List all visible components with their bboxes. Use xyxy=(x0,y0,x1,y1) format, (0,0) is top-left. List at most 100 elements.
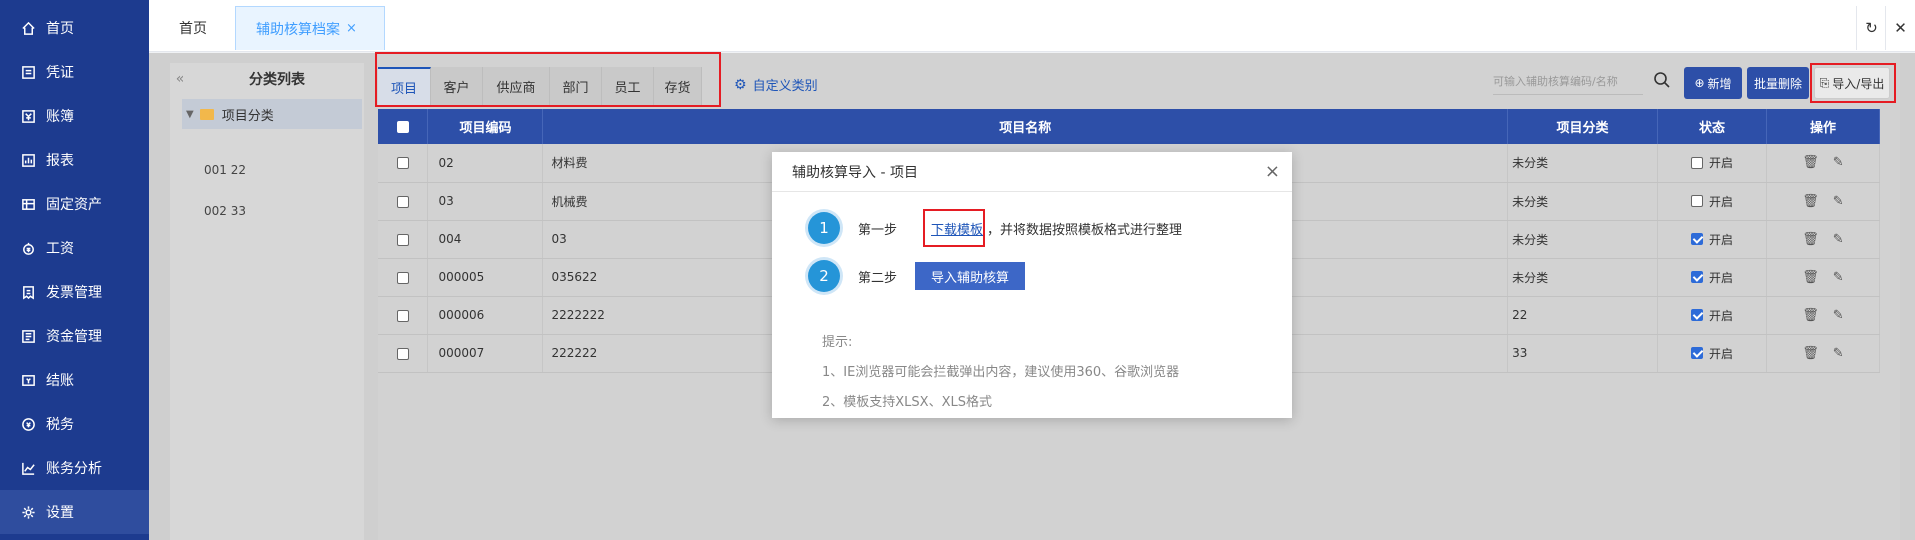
sidebar-item-label: 账簿 xyxy=(46,109,74,125)
row-select-cell[interactable] xyxy=(378,296,429,335)
edit-icon[interactable]: ✎ xyxy=(1833,232,1844,247)
delete-icon[interactable]: 🗑 xyxy=(1802,155,1819,170)
voucher-icon xyxy=(20,64,36,80)
salary-icon xyxy=(20,240,36,256)
edit-icon[interactable]: ✎ xyxy=(1833,155,1844,170)
sidebar-item-closing[interactable]: 结账 xyxy=(0,358,149,402)
sidebar-item-invoice[interactable]: 发票管理 xyxy=(0,270,149,314)
status-toggle-checkbox[interactable] xyxy=(1691,156,1703,169)
refresh-icon[interactable]: ↻ xyxy=(1856,6,1886,50)
row-actions: 🗑 ✎ xyxy=(1766,296,1880,335)
row-checkbox[interactable] xyxy=(396,233,409,246)
step-two: 2 第二步 导入辅助核算 xyxy=(808,260,1026,292)
dialog-header: 辅助核算导入 - 项目 × xyxy=(772,152,1292,192)
collapse-icon[interactable]: « xyxy=(170,63,190,95)
category-root[interactable]: ▼ 项目分类 xyxy=(182,99,362,129)
row-checkbox[interactable] xyxy=(396,195,409,208)
status-toggle-checkbox[interactable] xyxy=(1691,233,1703,245)
invoice-icon xyxy=(20,284,36,300)
sidebar-item-salary[interactable]: 工资 xyxy=(0,226,149,270)
row-checkbox[interactable] xyxy=(396,157,409,170)
delete-icon[interactable]: 🗑 xyxy=(1802,194,1819,209)
row-category: 未分类 xyxy=(1507,144,1659,183)
sidebar-item-ledger[interactable]: 账簿 xyxy=(0,94,149,138)
close-all-icon[interactable]: ✕ xyxy=(1885,6,1915,50)
search-icon[interactable] xyxy=(1653,71,1671,89)
sidebar-item-label: 首页 xyxy=(46,21,74,37)
row-checkbox[interactable] xyxy=(396,309,409,322)
sidebar-item-report[interactable]: 报表 xyxy=(0,138,149,182)
step-two-number: 2 xyxy=(808,260,840,292)
select-all-header[interactable] xyxy=(378,109,429,144)
row-status: 开启 xyxy=(1709,308,1734,323)
edit-icon[interactable]: ✎ xyxy=(1833,308,1844,323)
dialog-close-icon[interactable]: × xyxy=(1265,161,1280,182)
status-toggle-checkbox[interactable] xyxy=(1691,195,1703,207)
status-toggle-checkbox[interactable] xyxy=(1691,309,1703,321)
plus-circle-icon: ⊕ xyxy=(1694,76,1705,90)
sidebar-item-label: 报表 xyxy=(46,153,74,169)
row-select-cell[interactable] xyxy=(378,144,429,183)
analysis-icon xyxy=(20,460,36,476)
tips-title: 提示: xyxy=(822,335,853,350)
report-icon xyxy=(20,152,36,168)
row-status: 开启 xyxy=(1709,232,1734,247)
category-title: 分类列表 xyxy=(249,72,305,88)
edit-icon[interactable]: ✎ xyxy=(1833,194,1844,209)
row-select-cell[interactable] xyxy=(378,182,429,221)
sidebar-item-voucher[interactable]: 凭证 xyxy=(0,50,149,94)
status-toggle-checkbox[interactable] xyxy=(1691,347,1703,359)
row-category: 33 xyxy=(1507,334,1659,373)
add-button[interactable]: ⊕ 新增 xyxy=(1684,67,1742,99)
step-one-text: ，并将数据按照模板格式进行整理 xyxy=(987,222,1183,238)
tab-home[interactable]: 首页 xyxy=(159,6,227,50)
row-select-cell[interactable] xyxy=(378,334,429,373)
row-status: 开启 xyxy=(1709,346,1734,361)
custom-category-link[interactable]: ⚙ 自定义类别 xyxy=(734,75,818,95)
row-checkbox[interactable] xyxy=(396,347,409,360)
delete-icon[interactable]: 🗑 xyxy=(1802,346,1819,361)
sidebar-item-home[interactable]: 首页 xyxy=(0,6,149,50)
sidebar-item-label: 设置 xyxy=(46,505,74,521)
add-label: 新增 xyxy=(1707,76,1732,91)
sidebar-item-settings[interactable]: 设置 xyxy=(0,490,149,534)
row-code: 004 xyxy=(427,220,544,259)
sidebar-item-label: 凭证 xyxy=(46,65,74,81)
folder-icon xyxy=(199,108,214,120)
status-toggle-checkbox[interactable] xyxy=(1691,271,1703,283)
tab-auxiliary-archive[interactable]: 辅助核算档案 × xyxy=(235,6,385,50)
sidebar-item-asset[interactable]: 固定资产 xyxy=(0,182,149,226)
row-status-cell: 开启 xyxy=(1657,334,1767,373)
row-select-cell[interactable] xyxy=(378,258,429,297)
category-child[interactable]: 001 22 xyxy=(204,163,246,177)
row-select-cell[interactable] xyxy=(378,220,429,259)
sidebar-item-label: 账务分析 xyxy=(46,461,102,477)
sidebar-item-analysis[interactable]: 账务分析 xyxy=(0,446,149,490)
delete-icon[interactable]: 🗑 xyxy=(1802,232,1819,247)
tax-icon xyxy=(20,416,36,432)
row-checkbox[interactable] xyxy=(396,271,409,284)
search-input[interactable]: 可输入辅助核算编码/名称 xyxy=(1493,67,1643,95)
sidebar-item-label: 结账 xyxy=(46,373,74,389)
expand-triangle-icon[interactable]: ▼ xyxy=(186,109,194,120)
home-icon xyxy=(20,20,36,36)
row-category: 22 xyxy=(1507,296,1659,335)
col-code: 项目编码 xyxy=(427,109,544,144)
col-name: 项目名称 xyxy=(542,109,1509,144)
import-auxiliary-button[interactable]: 导入辅助核算 xyxy=(915,262,1026,290)
row-status-cell: 开启 xyxy=(1657,258,1767,297)
select-all-checkbox[interactable] xyxy=(396,120,409,133)
tab-close-icon[interactable]: × xyxy=(346,21,357,36)
sidebar-item-label: 税务 xyxy=(46,417,74,433)
sidebar-item-fund[interactable]: 资金管理 xyxy=(0,314,149,358)
fund-icon xyxy=(20,328,36,344)
delete-icon[interactable]: 🗑 xyxy=(1802,308,1819,323)
category-child[interactable]: 002 33 xyxy=(204,204,246,218)
sidebar-item-tax[interactable]: 税务 xyxy=(0,402,149,446)
edit-icon[interactable]: ✎ xyxy=(1833,270,1844,285)
highlight-box xyxy=(1810,63,1896,103)
batch-delete-button[interactable]: 批量删除 xyxy=(1747,67,1809,99)
row-status: 开启 xyxy=(1709,194,1734,209)
edit-icon[interactable]: ✎ xyxy=(1833,346,1844,361)
delete-icon[interactable]: 🗑 xyxy=(1802,270,1819,285)
